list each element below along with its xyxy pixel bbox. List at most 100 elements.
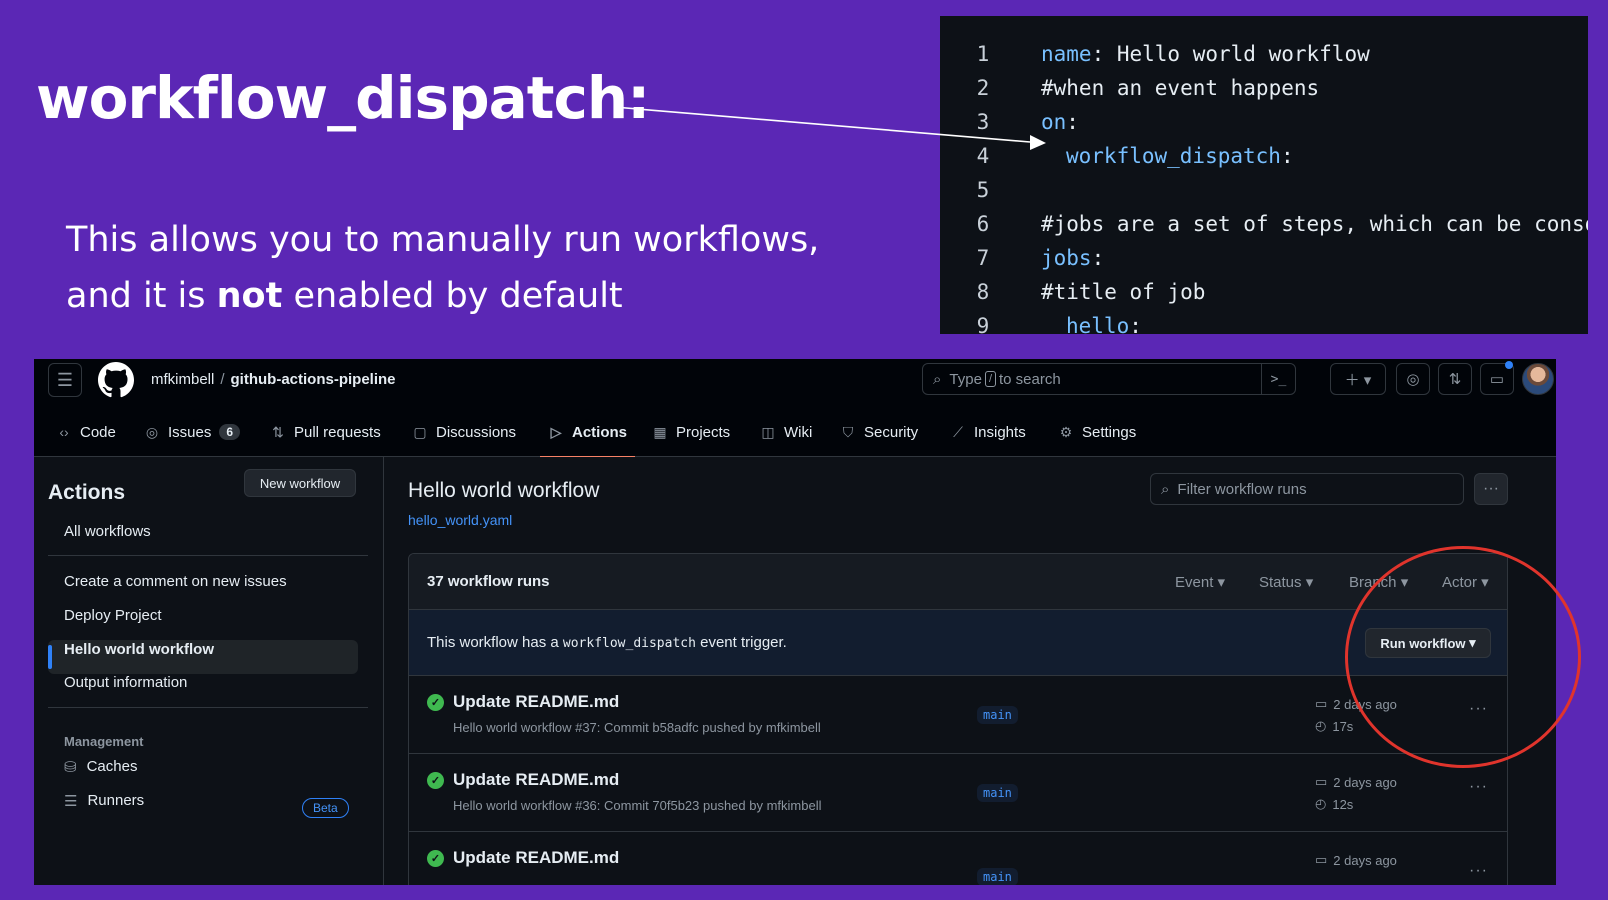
- github-header: ☰ mfkimbell / github-actions-pipeline ⌕ Ty…: [34, 359, 1556, 458]
- tab-actions[interactable]: ▷ Actions: [539, 409, 636, 458]
- kebab-menu-icon[interactable]: ···: [1469, 862, 1488, 880]
- run-time: ▭ 2 days ago: [1315, 696, 1397, 712]
- code-icon: ‹›: [59, 424, 69, 440]
- table-row[interactable]: ✓ Update README.md main ▭ 2 days ago ···: [409, 832, 1507, 885]
- sidebar-item-output-information[interactable]: Output information: [64, 674, 187, 691]
- calendar-icon: ▭: [1315, 696, 1328, 711]
- management-heading: Management: [64, 734, 144, 749]
- branch-filter[interactable]: Branch ▾: [1349, 573, 1408, 591]
- calendar-icon: ▭: [1315, 774, 1328, 789]
- table-row[interactable]: ✓ Update README.md Hello world workflow …: [409, 754, 1507, 832]
- tab-code[interactable]: ‹› Code: [56, 409, 116, 455]
- branch-label[interactable]: main: [977, 706, 1018, 724]
- slide-title: workflow_dispatch:: [36, 64, 650, 132]
- shield-icon: ⛉: [842, 423, 854, 440]
- code-panel: 1 name: Hello world workflow 2 #when an ev…: [940, 16, 1588, 334]
- kebab-menu-icon[interactable]: ···: [1469, 778, 1488, 796]
- filter-runs-input[interactable]: ⌕ Filter workflow runs: [1150, 473, 1464, 505]
- database-icon: ⛁: [64, 759, 77, 776]
- workflow-main: Hello world workflow hello_world.yaml ⌕ F…: [384, 457, 1556, 885]
- branch-label[interactable]: main: [977, 868, 1018, 885]
- github-actions-screenshot: ☰ mfkimbell / github-actions-pipeline ⌕ Ty…: [34, 359, 1556, 885]
- tab-pull-requests[interactable]: ⇅ Pull requests: [270, 409, 381, 455]
- kebab-menu-icon[interactable]: ···: [1474, 473, 1508, 505]
- issue-icon: ◎: [145, 423, 159, 440]
- discussion-icon: ▢: [413, 423, 427, 440]
- avatar[interactable]: [1522, 363, 1554, 395]
- run-duration: ◴ 12s: [1315, 796, 1354, 812]
- run-subtitle: Hello world workflow #36: Commit 70f5b23…: [453, 798, 822, 813]
- owner-link[interactable]: mfkimbell: [151, 371, 214, 388]
- search-icon: ⌕: [1161, 480, 1170, 498]
- workflow-runs-list: 37 workflow runs Event ▾ Status ▾ Branch…: [408, 553, 1508, 885]
- issues-count: 6: [219, 424, 241, 440]
- code-line: 2 #when an event happens: [976, 76, 1320, 100]
- run-duration: ◴ 17s: [1315, 718, 1354, 734]
- issues-icon[interactable]: ◎: [1396, 363, 1430, 395]
- stopwatch-icon: ◴: [1315, 796, 1327, 811]
- notification-dot: [1505, 361, 1513, 369]
- run-title[interactable]: Update README.md: [453, 692, 619, 712]
- sidebar-item-caches[interactable]: ⛁ Caches: [64, 758, 137, 776]
- code-line: 7 jobs:: [976, 246, 1105, 270]
- run-time: ▭ 2 days ago: [1315, 852, 1397, 868]
- create-new-button[interactable]: ＋ ▾: [1330, 363, 1386, 395]
- menu-icon[interactable]: ☰: [48, 363, 82, 397]
- run-subtitle: Hello world workflow #37: Commit b58adfc…: [453, 720, 821, 735]
- beta-badge: Beta: [302, 798, 349, 818]
- sidebar-item-create-comment[interactable]: Create a comment on new issues: [64, 573, 287, 590]
- book-icon: ◫: [761, 423, 775, 440]
- runs-header: 37 workflow runs Event ▾ Status ▾ Branch…: [409, 554, 1507, 610]
- tab-settings[interactable]: ⚙ Settings: [1058, 409, 1136, 455]
- table-icon: ▦: [653, 423, 667, 440]
- desc-part-2: enabled by default: [282, 276, 623, 316]
- repo-tabs: ‹› Code ◎ Issues 6 ⇅ Pull requests ▢ Discussi…: [34, 409, 1556, 458]
- run-time: ▭ 2 days ago: [1315, 774, 1397, 790]
- code-line: 4 workflow_dispatch:: [976, 144, 1294, 168]
- sidebar-item-runners[interactable]: ☰ Runners: [64, 792, 144, 810]
- sidebar-item-deploy-project[interactable]: Deploy Project: [64, 607, 162, 624]
- command-palette-icon[interactable]: >_: [1261, 364, 1295, 394]
- code-line: 9 hello:: [976, 314, 1142, 334]
- run-workflow-button[interactable]: Run workflow ▾: [1365, 628, 1491, 658]
- tab-discussions[interactable]: ▢ Discussions: [412, 409, 516, 455]
- runs-count: 37 workflow runs: [427, 573, 550, 590]
- desc-bold: not: [216, 276, 283, 316]
- event-filter[interactable]: Event ▾: [1175, 573, 1225, 591]
- stopwatch-icon: ◴: [1315, 718, 1327, 733]
- actions-sidebar: Actions New workflow All workflows Creat…: [34, 457, 384, 885]
- tab-wiki[interactable]: ◫ Wiki: [760, 409, 812, 455]
- slide-description: This allows you to manually run workflow…: [66, 212, 826, 324]
- repo-link[interactable]: github-actions-pipeline: [231, 371, 396, 388]
- tab-insights[interactable]: ⟋ Insights: [950, 409, 1026, 455]
- run-title[interactable]: Update README.md: [453, 770, 619, 790]
- workflow-file-link[interactable]: hello_world.yaml: [408, 512, 512, 528]
- kebab-menu-icon[interactable]: ···: [1469, 700, 1488, 718]
- sidebar-item-hello-world[interactable]: Hello world workflow: [64, 641, 214, 658]
- breadcrumb: mfkimbell / github-actions-pipeline: [151, 371, 396, 388]
- new-workflow-button[interactable]: New workflow: [244, 469, 356, 497]
- search-icon: ⌕: [933, 370, 942, 388]
- success-check-icon: ✓: [427, 850, 444, 867]
- table-row[interactable]: ✓ Update README.md Hello world workflow …: [409, 676, 1507, 754]
- gear-icon: ⚙: [1059, 423, 1073, 440]
- run-title[interactable]: Update README.md: [453, 848, 619, 868]
- branch-label[interactable]: main: [977, 784, 1018, 802]
- pull-requests-icon[interactable]: ⇅: [1438, 363, 1472, 395]
- server-icon: ☰: [64, 793, 78, 810]
- dispatch-banner: This workflow has a workflow_dispatch ev…: [409, 610, 1507, 676]
- actor-filter[interactable]: Actor ▾: [1442, 573, 1489, 591]
- tab-projects[interactable]: ▦ Projects: [652, 409, 730, 455]
- code-line: 1 name: Hello world workflow: [976, 42, 1370, 66]
- tab-issues[interactable]: ◎ Issues 6: [144, 409, 241, 455]
- status-filter[interactable]: Status ▾: [1259, 573, 1313, 591]
- divider: [48, 707, 368, 708]
- tab-security[interactable]: ⛉ Security: [840, 409, 918, 455]
- github-logo-icon[interactable]: [98, 362, 134, 398]
- divider: [48, 555, 368, 556]
- pull-request-icon: ⇅: [272, 423, 284, 440]
- calendar-icon: ▭: [1315, 852, 1328, 867]
- sidebar-item-all-workflows[interactable]: All workflows: [64, 523, 151, 540]
- active-indicator: [48, 645, 52, 669]
- search-input[interactable]: ⌕ Type / to search >_: [922, 363, 1296, 395]
